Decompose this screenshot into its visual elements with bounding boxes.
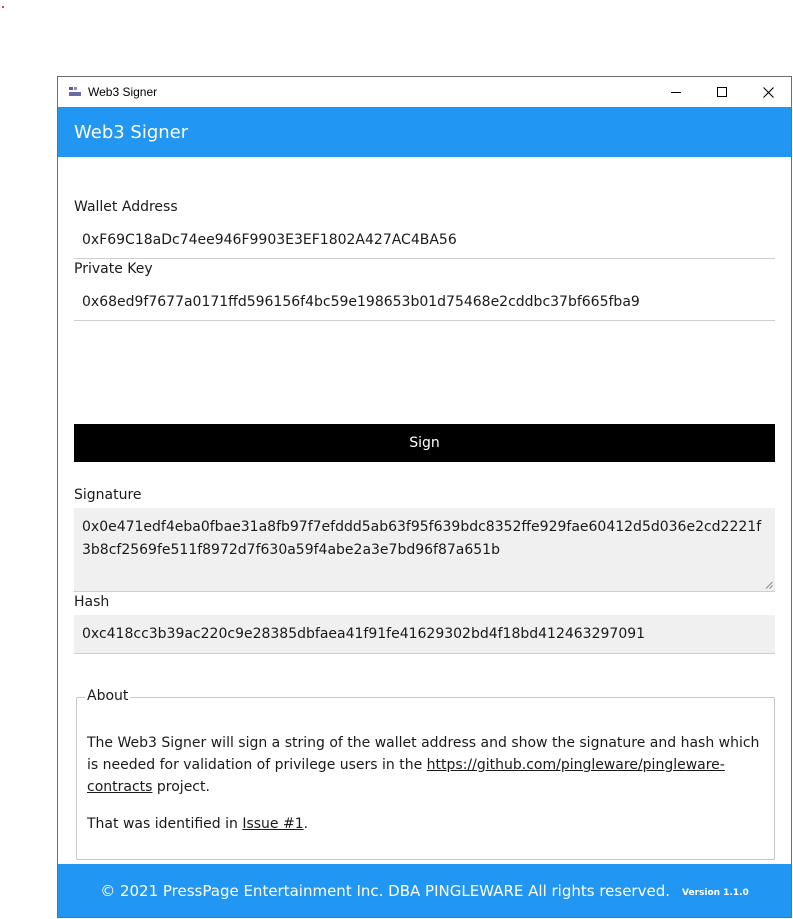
about-groupbox: About The Web3 Signer will sign a string… — [76, 688, 775, 860]
version-text: Version 1.1.0 — [682, 887, 749, 898]
minimize-icon — [671, 92, 681, 93]
minimize-button[interactable] — [653, 77, 699, 107]
about-paragraph-2: That was identified in Issue #1. — [87, 813, 766, 835]
wallet-address-input[interactable]: 0xF69C18aDc74ee946F9903E3EF1802A427AC4BA… — [74, 228, 775, 259]
maximize-icon — [717, 87, 727, 97]
window-title: Web3 Signer — [88, 85, 158, 99]
resize-grip-icon[interactable] — [765, 581, 773, 589]
app-header: Web3 Signer — [58, 107, 791, 157]
app-icon — [69, 87, 81, 96]
hash-label: Hash — [74, 594, 110, 610]
signature-textarea[interactable]: 0x0e471edf4eba0fbae31a8fb97f7efddd5ab63f… — [74, 508, 775, 592]
maximize-button[interactable] — [699, 77, 745, 107]
window-controls — [653, 77, 791, 107]
issue-link[interactable]: Issue #1 — [242, 816, 303, 832]
about-text-1-post: project. — [152, 779, 210, 795]
signature-value: 0x0e471edf4eba0fbae31a8fb97f7efddd5ab63f… — [82, 519, 762, 558]
about-legend: About — [85, 688, 131, 704]
private-key-input[interactable]: 0x68ed9f7677a0171ffd596156f4bc59e198653b… — [74, 290, 775, 321]
title-bar[interactable]: Web3 Signer — [58, 77, 791, 107]
hash-value: 0xc418cc3b39ac220c9e28385dbfaea41f91fe41… — [82, 626, 646, 642]
signature-label: Signature — [74, 487, 142, 503]
about-text-2-pre: That was identified in — [87, 816, 243, 832]
about-text-2-post: . — [303, 816, 309, 832]
header-title: Web3 Signer — [74, 121, 189, 143]
close-button[interactable] — [745, 77, 791, 107]
close-icon — [762, 86, 774, 98]
about-paragraph-1: The Web3 Signer will sign a string of th… — [87, 732, 766, 798]
app-footer: © 2021 PressPage Entertainment Inc. DBA … — [58, 864, 791, 917]
copyright-text: © 2021 PressPage Entertainment Inc. DBA … — [100, 881, 670, 900]
private-key-label: Private Key — [74, 261, 153, 277]
wallet-address-label: Wallet Address — [74, 199, 178, 215]
about-text: The Web3 Signer will sign a string of th… — [87, 732, 766, 835]
app-window: Web3 Signer Web3 Signer Wallet Address 0… — [57, 76, 792, 918]
stray-pixel — [2, 6, 4, 8]
sign-button[interactable]: Sign — [74, 424, 775, 462]
hash-field[interactable]: 0xc418cc3b39ac220c9e28385dbfaea41f91fe41… — [74, 615, 775, 654]
